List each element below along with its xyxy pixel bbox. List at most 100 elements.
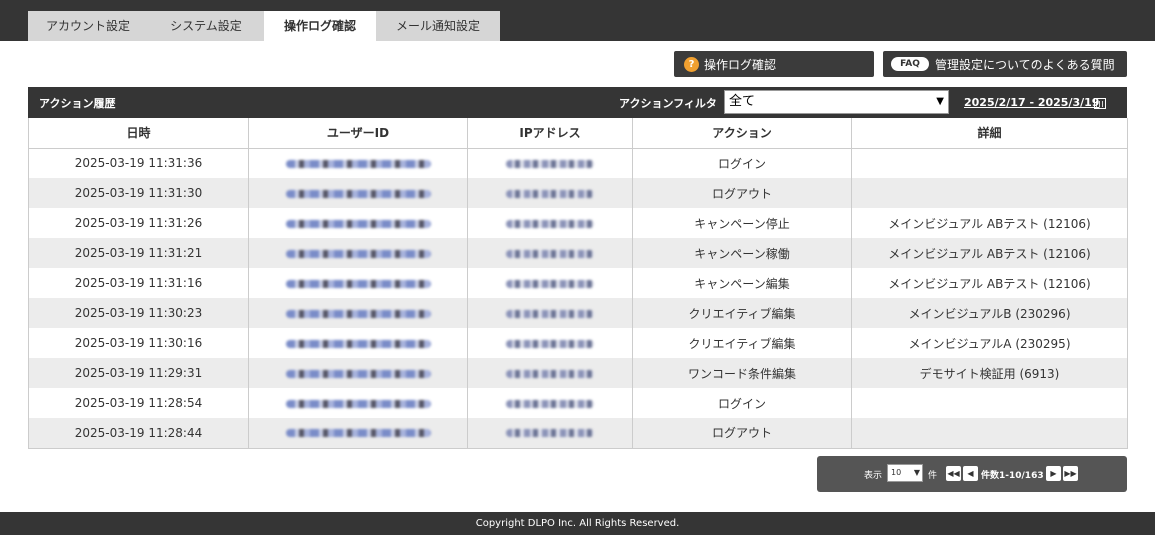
- redacted-ip-address: [506, 309, 594, 318]
- last-page-icon[interactable]: ▶▶: [1063, 466, 1078, 481]
- faq-label: 管理設定についてのよくある質問: [935, 57, 1115, 72]
- per-page-label: 表示: [864, 471, 883, 481]
- redacted-ip-address: [506, 369, 594, 378]
- cell-action: キャンペーン停止: [632, 208, 852, 238]
- operation-log-help-label: 操作ログ確認: [704, 57, 777, 72]
- cell-user-id: [248, 268, 468, 298]
- tab-operation-log[interactable]: 操作ログ確認: [264, 11, 376, 41]
- cell-action: クリエイティブ編集: [632, 328, 852, 358]
- settings-tabs: アカウント設定 システム設定 操作ログ確認 メール通知設定: [28, 11, 500, 41]
- redacted-user-id: [285, 309, 431, 318]
- chevron-down-icon: ▼: [936, 96, 944, 107]
- cell-datetime: 2025-03-19 11:30:16: [28, 328, 249, 358]
- tab-mail-notification[interactable]: メール通知設定: [376, 11, 500, 41]
- cell-detail: デモサイト検証用 (6913): [851, 358, 1128, 388]
- tab-system-settings[interactable]: システム設定: [148, 11, 264, 41]
- record-count: 件数1-10/163: [981, 471, 1044, 481]
- cell-detail: メインビジュアル ABテスト (12106): [888, 216, 1091, 231]
- redacted-ip-address: [506, 249, 594, 258]
- cell-ip-address: [467, 418, 633, 448]
- column-header-datetime: 日時: [28, 118, 249, 149]
- redacted-ip-address: [506, 399, 594, 408]
- cell-ip-address: [467, 148, 633, 178]
- table-row: 2025-03-19 11:30:23 クリエイティブ編集 メインビジュアルB (2…: [28, 298, 1128, 328]
- table-row: 2025-03-19 11:31:26 キャンペーン停止 メインビジュアル ABテス…: [28, 208, 1128, 238]
- cell-user-id: [248, 298, 468, 328]
- cell-user-id: [248, 358, 468, 388]
- cell-user-id: [248, 148, 468, 178]
- cell-datetime: 2025-03-19 11:31:16: [28, 268, 249, 298]
- redacted-user-id: [285, 399, 431, 408]
- cell-datetime: 2025-03-19 11:31:36: [28, 148, 249, 178]
- footer: Copyright DLPO Inc. All Rights Reserved.: [0, 512, 1155, 535]
- chevron-down-icon: ▼: [913, 468, 920, 477]
- redacted-user-id: [285, 189, 431, 198]
- action-history-section: アクション履歴 アクションフィルタ 全て ▼ 2025/2/17 - 2025/…: [28, 87, 1128, 449]
- action-filter-label: アクションフィルタ: [619, 97, 717, 110]
- cell-user-id: [248, 208, 468, 238]
- operation-log-help-button[interactable]: ? 操作ログ確認: [674, 51, 874, 77]
- redacted-ip-address: [506, 279, 594, 288]
- section-title: アクション履歴: [39, 97, 116, 110]
- cell-ip-address: [467, 358, 633, 388]
- table-header-row: 日時 ユーザーID IPアドレス アクション 詳細: [28, 118, 1128, 149]
- redacted-user-id: [285, 159, 431, 168]
- cell-action: ワンコード条件編集: [632, 358, 852, 388]
- cell-detail: メインビジュアル ABテスト (12106): [851, 238, 1128, 268]
- cell-detail: [851, 178, 1128, 208]
- action-filter-select[interactable]: 全て ▼: [724, 90, 949, 114]
- cell-datetime: 2025-03-19 11:29:31: [28, 358, 249, 388]
- redacted-ip-address: [506, 219, 594, 228]
- cell-action: ログイン: [632, 148, 852, 178]
- column-header-detail: 詳細: [851, 118, 1128, 149]
- cell-user-id: [248, 418, 468, 448]
- per-page-select[interactable]: 10 ▼: [887, 464, 923, 482]
- redacted-ip-address: [506, 189, 594, 198]
- cell-ip-address: [467, 208, 633, 238]
- table-row: 2025-03-19 11:31:30 ログアウト: [28, 178, 1128, 208]
- section-header: アクション履歴 アクションフィルタ 全て ▼ 2025/2/17 - 2025/…: [28, 87, 1127, 118]
- redacted-user-id: [285, 429, 431, 438]
- next-page-icon[interactable]: ▶: [1046, 466, 1061, 481]
- cell-user-id: [248, 178, 468, 208]
- faq-button[interactable]: FAQ 管理設定についてのよくある質問: [883, 51, 1127, 77]
- table-row: 2025-03-19 11:28:54 ログイン: [28, 388, 1128, 418]
- cell-user-id: [248, 328, 468, 358]
- cell-datetime: 2025-03-19 11:31:30: [28, 178, 249, 208]
- column-header-ip-address: IPアドレス: [467, 118, 633, 149]
- column-header-user-id: ユーザーID: [248, 118, 468, 149]
- cell-user-id: [248, 238, 468, 268]
- cell-detail: [852, 388, 1128, 418]
- table-row: 2025-03-19 11:31:16 キャンペーン編集 メインビジュアル ABテス…: [28, 268, 1128, 298]
- cell-datetime: 2025-03-19 11:28:54: [28, 388, 249, 418]
- cell-action: ログアウト: [632, 178, 852, 208]
- first-page-icon[interactable]: ◀◀: [946, 466, 961, 481]
- redacted-user-id: [285, 339, 431, 348]
- per-page-value: 10: [891, 468, 902, 477]
- top-tab-bar: アカウント設定 システム設定 操作ログ確認 メール通知設定: [0, 0, 1155, 41]
- cell-datetime: 2025-03-19 11:31:21: [28, 238, 249, 268]
- redacted-ip-address: [506, 429, 594, 438]
- redacted-user-id: [285, 279, 431, 288]
- cell-ip-address: [467, 388, 633, 418]
- table-row: 2025-03-19 11:29:31 ワンコード条件編集 デモサイト検証用 (69…: [28, 358, 1128, 388]
- table-row: 2025-03-19 11:28:44 ログアウト: [28, 418, 1128, 448]
- cell-action: キャンペーン編集: [632, 268, 852, 298]
- table-row: 2025-03-19 11:31:21 キャンペーン稼働 メインビジュアル ABテス…: [28, 238, 1128, 268]
- calendar-icon[interactable]: [1094, 98, 1106, 109]
- redacted-user-id: [285, 369, 431, 378]
- cell-detail: メインビジュアルB (230296): [851, 298, 1128, 328]
- cell-detail: [852, 148, 1128, 178]
- faq-icon: FAQ: [891, 57, 929, 71]
- cell-action: ログアウト: [632, 418, 852, 448]
- cell-ip-address: [467, 298, 633, 328]
- per-page-unit: 件: [928, 471, 938, 481]
- redacted-ip-address: [506, 159, 594, 168]
- prev-page-icon[interactable]: ◀: [963, 466, 978, 481]
- tab-account-settings[interactable]: アカウント設定: [28, 11, 148, 41]
- cell-ip-address: [467, 178, 633, 208]
- redacted-user-id: [285, 249, 431, 258]
- date-range-link[interactable]: 2025/2/17 - 2025/3/19: [964, 96, 1099, 109]
- cell-ip-address: [467, 268, 633, 298]
- action-filter-value: 全て: [729, 94, 756, 109]
